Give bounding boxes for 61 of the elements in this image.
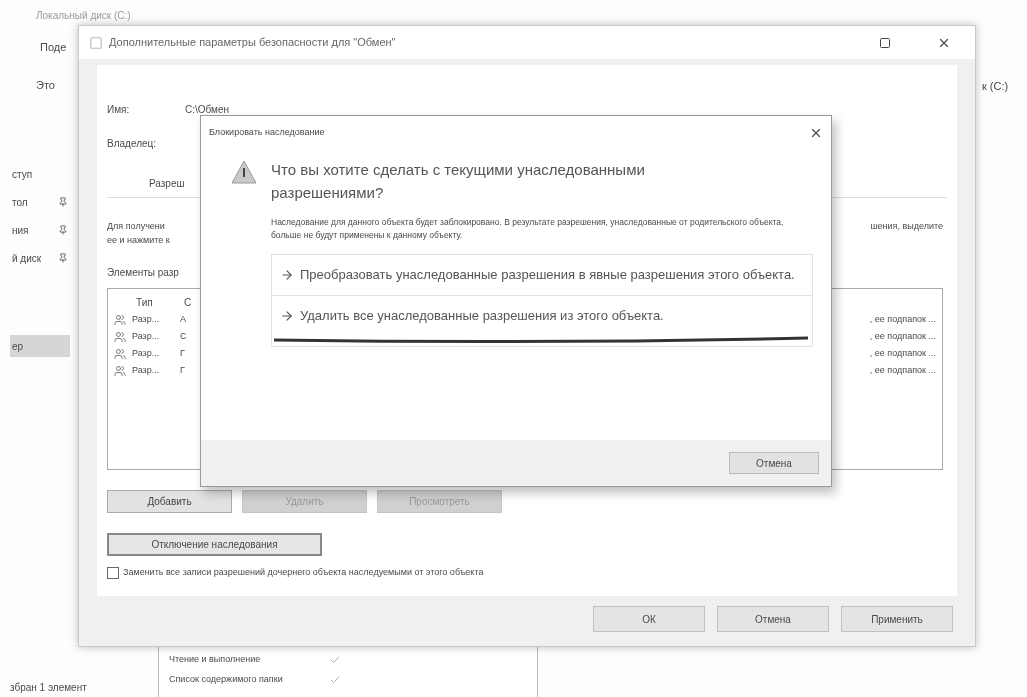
hint-text: шения, выделите <box>870 220 943 233</box>
window-title: Дополнительные параметры безопасности для "Обмен" <box>109 35 397 51</box>
users-icon <box>114 330 126 343</box>
users-icon <box>114 364 126 377</box>
table-cell-text: Г <box>180 346 185 360</box>
close-icon[interactable] <box>809 126 823 140</box>
table-cell-text: , ее подпапок ... <box>869 363 936 377</box>
hint-text: ее и нажмите к <box>107 233 171 247</box>
table-cell-text: , ее подпапок ... <box>869 329 936 343</box>
list-action-button[interactable]: Добавить <box>107 490 232 513</box>
permissions-tab[interactable]: Разреш <box>149 176 185 191</box>
nav-item[interactable]: ния <box>10 219 70 241</box>
dialog-heading: Что вы хотите сделать с текущими унаследованными разрешениями? <box>271 160 646 203</box>
pin-icon <box>58 197 68 207</box>
pin-icon <box>58 225 68 235</box>
dialog-button[interactable]: Отмена <box>717 606 829 632</box>
table-cell-text: Разр... <box>132 312 161 326</box>
arrow-icon <box>280 309 294 323</box>
users-icon <box>114 347 126 360</box>
nav-item[interactable]: ступ <box>10 163 70 185</box>
table-cell-text: Разр... <box>132 329 161 343</box>
table-cell-text: , ее подпапок ... <box>869 346 936 360</box>
nav-item[interactable]: й диск <box>10 247 70 269</box>
dialog-button[interactable]: ОК <box>593 606 705 632</box>
table-cell-text: А <box>180 312 186 326</box>
owner-label: Владелец: <box>107 136 157 151</box>
table-cell-text: Г <box>180 363 185 377</box>
maximize-icon[interactable] <box>879 36 891 49</box>
column-header[interactable]: Тип <box>136 294 184 310</box>
checkbox-label[interactable]: Заменить все записи разрешений дочернего объекта наследуемыми от этого объекта <box>123 566 484 580</box>
ribbon-tab[interactable]: Поде <box>40 39 67 56</box>
column-header[interactable]: С <box>184 294 192 310</box>
nav-item[interactable]: тол <box>10 191 70 213</box>
users-icon <box>114 313 126 326</box>
checkbox[interactable] <box>107 566 119 579</box>
nav-item[interactable]: ер <box>10 335 70 357</box>
dialog-button[interactable]: Применить <box>841 606 953 632</box>
warning-icon <box>231 160 257 184</box>
table-cell-text: , ее подпапок ... <box>869 312 936 326</box>
permission-label: Чтение и выполнение <box>169 653 262 667</box>
option-link[interactable]: Преобразовать унаследованные разрешения в явные разрешения этого объекта. <box>272 255 812 295</box>
table-cell-text: Разр... <box>132 346 161 360</box>
drive-title: Локальный диск (C:) <box>36 9 131 23</box>
hint-text: Для получени <box>107 220 166 233</box>
dialog-title: Блокировать наследование <box>209 126 325 140</box>
breadcrumb[interactable]: Это <box>36 77 55 94</box>
table-cell-text: Разр... <box>132 363 161 377</box>
dialog-body: Наследование для данного объекта будет заблокировано. В результате разрешения, унаследованные от родительского объекта, больше не будут применены к данному объекту. <box>271 216 785 242</box>
address-path: к (C:) <box>982 79 1009 94</box>
table-cell-text: С <box>180 329 187 343</box>
disable-inheritance-button[interactable]: Отключение наследования <box>107 533 322 556</box>
arrow-icon <box>280 268 294 282</box>
option-link[interactable]: Удалить все унаследованные разрешения из этого объекта. <box>272 296 812 336</box>
permission-label: Список содержимого папки <box>169 673 284 687</box>
name-label: Имя: <box>107 102 131 117</box>
entries-label: Элементы разр <box>107 266 179 280</box>
window-icon <box>89 35 103 50</box>
status-text: збран 1 элемент <box>10 681 87 695</box>
pin-icon <box>58 253 68 263</box>
name-value: C:\Обмен <box>185 102 230 117</box>
cancel-button[interactable]: Отмена <box>729 452 819 474</box>
